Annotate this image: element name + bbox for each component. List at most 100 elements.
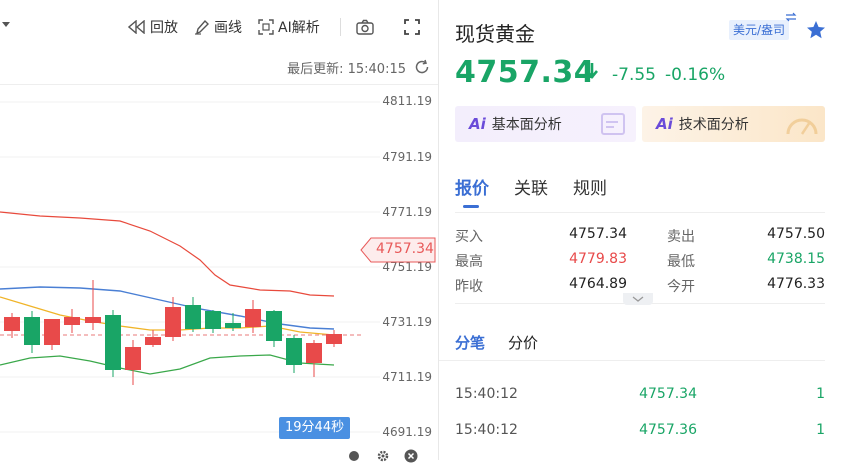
quote-row: 最高 4779.83 最低 4738.15 <box>455 251 825 273</box>
tab-related[interactable]: 关联 <box>514 174 548 199</box>
last-update-row: 最后更新: 15:40:15 <box>287 58 430 77</box>
swap-icon[interactable] <box>785 12 797 22</box>
tick-volume: 1 <box>816 386 825 402</box>
arrow-down-icon <box>586 63 598 80</box>
ai-scan-icon <box>258 19 274 35</box>
instrument-title: 现货黄金 <box>455 22 535 46</box>
candle-body <box>4 317 20 331</box>
candle-body <box>225 323 241 328</box>
tick-time: 15:40:12 <box>455 422 518 438</box>
chart-toolbar: 回放 画线 AI解析 <box>0 0 438 54</box>
chevron-down-icon[interactable] <box>2 22 10 27</box>
fullscreen-button[interactable] <box>404 16 424 38</box>
quote-panel: 现货黄金 美元/盎司 4757.34 -7.55 -0.16% Ai 基本面分析… <box>439 0 841 460</box>
expand-toggle[interactable] <box>623 293 653 305</box>
candle-body <box>245 309 261 327</box>
toolbar-divider <box>340 18 341 36</box>
tab-quote[interactable]: 报价 <box>455 174 489 199</box>
band-lower-line <box>0 354 335 375</box>
chevron-down-icon <box>632 296 644 302</box>
price-tick: 4771.19 <box>382 205 432 219</box>
tab-price-volume[interactable]: 分价 <box>508 332 538 353</box>
ask-value: 4757.50 <box>767 226 825 242</box>
ai-analysis-button[interactable]: AI解析 <box>258 16 320 38</box>
candle-body <box>185 305 201 329</box>
replay-label: 回放 <box>150 20 178 36</box>
price-tick: 4811.19 <box>382 94 432 108</box>
active-tab-indicator <box>463 205 479 208</box>
candle-body <box>85 317 101 323</box>
candle-body <box>306 343 322 363</box>
price-tick: 4711.19 <box>382 370 432 384</box>
camera-icon <box>356 19 374 35</box>
price-tick: 4791.19 <box>382 150 432 164</box>
star-icon[interactable] <box>806 20 826 40</box>
band-upper-line <box>0 211 335 297</box>
candle-body <box>24 317 40 345</box>
pen-icon <box>195 19 209 35</box>
gauge-icon <box>786 118 818 135</box>
candle-body <box>205 311 221 329</box>
price-tick: 4691.19 <box>382 425 432 439</box>
fundamental-analysis-label: 基本面分析 <box>491 117 562 133</box>
tick-price: 4757.36 <box>639 422 697 438</box>
candle-body <box>165 307 181 337</box>
tab-rules[interactable]: 规则 <box>573 174 607 199</box>
tab-ticks[interactable]: 分笔 <box>455 332 485 353</box>
bid-value: 4757.34 <box>569 226 627 242</box>
candle-body <box>64 317 80 325</box>
replay-button[interactable]: 回放 <box>128 16 178 38</box>
tick-volume: 1 <box>816 422 825 438</box>
technical-analysis-label: 技术面分析 <box>678 117 749 133</box>
prev-close-label: 昨收 <box>455 279 483 295</box>
candle-body <box>105 315 121 370</box>
price-tick: 4731.19 <box>382 315 432 329</box>
candle-countdown: 19分44秒 <box>279 417 351 439</box>
document-chart-icon <box>601 113 625 135</box>
fullscreen-icon <box>404 19 420 35</box>
low-value: 4738.15 <box>767 251 825 267</box>
current-price-tag: 4757.34 <box>360 237 436 263</box>
candle-body <box>326 334 342 344</box>
current-price-tag-text: 4757.34 <box>376 241 434 257</box>
low-label: 最低 <box>667 254 695 270</box>
chart-panel: 回放 画线 AI解析 最后更新: 15:40:15 4811.19 4791.1… <box>0 0 438 463</box>
quote-row: 买入 4757.34 卖出 4757.50 <box>455 226 825 248</box>
unit-badge[interactable]: 美元/盎司 <box>729 20 790 40</box>
open-value: 4776.33 <box>767 276 825 292</box>
price-change: -7.55 <box>612 65 656 85</box>
high-value: 4779.83 <box>569 251 627 267</box>
high-label: 最高 <box>455 254 483 270</box>
price-change-pct: -0.16% <box>665 65 726 85</box>
candle-body <box>44 319 60 345</box>
last-update-text: 最后更新: 15:40:15 <box>287 61 406 77</box>
bid-label: 买入 <box>455 229 483 245</box>
technical-analysis-button[interactable]: Ai 技术面分析 <box>642 106 825 142</box>
prev-close-value: 4764.89 <box>569 276 627 292</box>
open-label: 今开 <box>667 279 695 295</box>
screenshot-button[interactable] <box>356 16 378 38</box>
last-price: 4757.34 <box>455 55 596 90</box>
tick-row: 15:40:12 4757.34 1 <box>455 386 825 408</box>
candle-body <box>125 347 141 370</box>
draw-line-button[interactable]: 画线 <box>194 16 242 38</box>
fundamental-analysis-button[interactable]: Ai 基本面分析 <box>455 106 636 142</box>
candle-body <box>286 338 302 365</box>
ai-badge-icon: Ai <box>469 115 486 133</box>
gear-icon[interactable] <box>376 449 390 463</box>
ai-analysis-label: AI解析 <box>278 20 320 36</box>
ask-label: 卖出 <box>667 229 695 245</box>
tick-time: 15:40:12 <box>455 386 518 402</box>
refresh-icon[interactable] <box>414 59 430 75</box>
candlestick-chart[interactable] <box>0 85 380 445</box>
draw-line-label: 画线 <box>214 20 242 36</box>
dot-icon[interactable] <box>348 450 360 462</box>
rewind-icon <box>128 20 145 34</box>
candle-body <box>145 337 161 345</box>
ai-badge-icon: Ai <box>656 115 673 133</box>
tabs-divider <box>455 212 825 213</box>
close-icon[interactable] <box>404 449 418 463</box>
ticks-divider <box>439 360 825 361</box>
candle-body <box>266 311 282 341</box>
tick-row: 15:40:12 4757.36 1 <box>455 422 825 444</box>
